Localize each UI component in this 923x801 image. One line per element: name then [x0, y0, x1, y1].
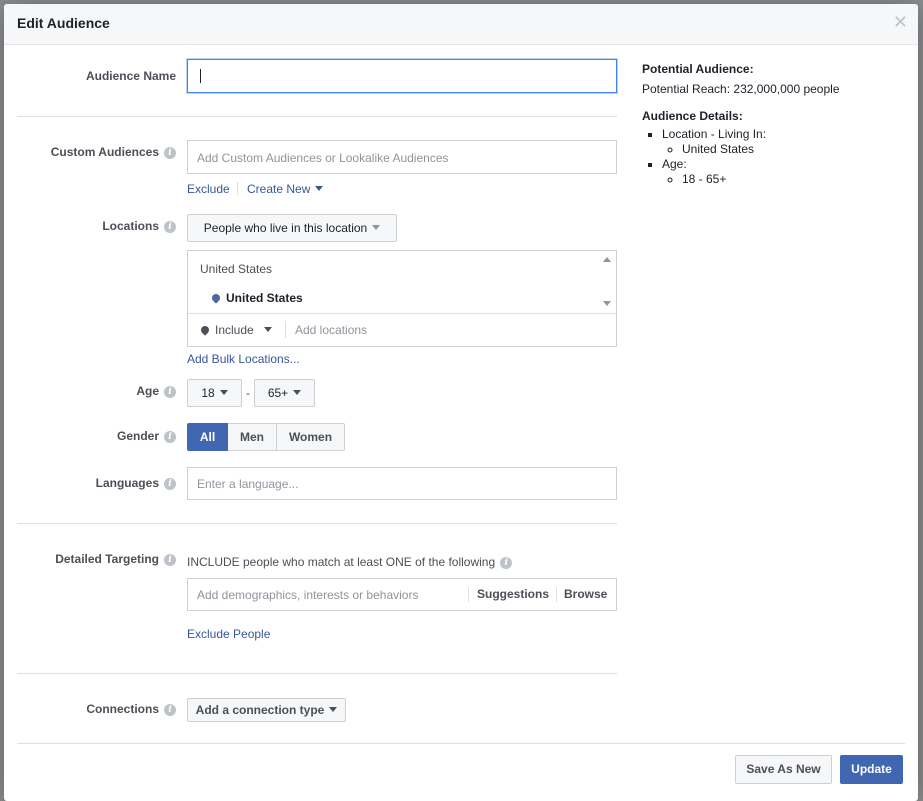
custom-audiences-label: Custom Audiences i	[16, 145, 176, 159]
input-separator	[556, 587, 557, 602]
gender-label-text: Gender	[116, 429, 159, 443]
detailed-targeting-label-text: Detailed Targeting	[55, 552, 159, 566]
connections-label-text: Connections	[86, 702, 159, 716]
create-new-label: Create New	[247, 182, 311, 196]
footer-divider	[17, 743, 905, 744]
selected-location-label: United States	[226, 291, 303, 305]
locations-label: Locations i	[16, 219, 176, 233]
audience-summary-panel: Potential Audience: Potential Reach: 232…	[642, 62, 902, 187]
text-cursor	[200, 69, 201, 83]
include-label: Include	[215, 323, 254, 337]
list-item: Age: 18 - 65+	[662, 157, 902, 187]
chevron-down-icon	[219, 390, 228, 395]
age-min-dropdown[interactable]: 18	[187, 379, 242, 407]
chevron-down-icon	[372, 225, 381, 230]
audience-name-label: Audience Name	[85, 69, 176, 83]
age-label-text: Age	[136, 384, 159, 398]
age-separator: -	[246, 386, 250, 400]
gender-label: Gender i	[16, 429, 176, 443]
add-locations-input[interactable]: Add locations	[295, 323, 367, 337]
audience-name-input[interactable]	[187, 59, 617, 93]
location-mode-label: People who live in this location	[203, 221, 368, 235]
connection-type-dropdown[interactable]: Add a connection type	[187, 698, 346, 722]
scroll-down-arrow[interactable]	[603, 301, 611, 306]
scroll-up-arrow[interactable]	[603, 257, 611, 262]
age-max-dropdown[interactable]: 65+	[254, 379, 315, 407]
section-divider	[17, 523, 617, 524]
locations-box-divider	[188, 313, 616, 314]
save-as-new-button[interactable]: Save As New	[735, 755, 832, 784]
potential-audience-title: Potential Audience:	[642, 62, 754, 76]
languages-input[interactable]: Enter a language...	[187, 467, 617, 500]
audience-details-list: Location - Living In: United States Age:…	[642, 127, 902, 187]
chevron-down-icon	[329, 707, 338, 712]
suggestions-button[interactable]: Suggestions	[477, 587, 549, 601]
info-icon[interactable]: i	[164, 386, 176, 398]
gender-option-men[interactable]: Men	[228, 423, 277, 451]
dialog-title: Edit Audience	[17, 15, 110, 31]
audience-details-title: Audience Details:	[642, 109, 743, 123]
create-new-dropdown[interactable]: Create New	[247, 182, 324, 196]
list-item: Location - Living In: United States	[662, 127, 902, 157]
exclude-link[interactable]: Exclude	[187, 182, 230, 196]
detailed-targeting-description: INCLUDE people who match at least ONE of…	[187, 555, 513, 569]
info-icon[interactable]: i	[164, 478, 176, 490]
languages-label: Languages i	[16, 476, 176, 490]
detailed-targeting-label: Detailed Targeting i	[16, 552, 176, 566]
location-value: United States	[682, 142, 902, 157]
selected-location-item[interactable]: United States	[210, 291, 303, 305]
age-heading: Age:	[662, 157, 687, 171]
potential-reach-text: Potential Reach: 232,000,000 people	[642, 82, 840, 96]
location-group-header: United States	[200, 262, 273, 276]
location-pin-icon	[210, 292, 222, 304]
add-bulk-locations-link[interactable]: Add Bulk Locations...	[187, 352, 300, 366]
locations-label-text: Locations	[102, 219, 159, 233]
custom-audiences-input[interactable]: Add Custom Audiences or Lookalike Audien…	[187, 140, 617, 174]
detailed-targeting-description-text: INCLUDE people who match at least ONE of…	[187, 555, 496, 569]
exclude-people-link[interactable]: Exclude People	[187, 627, 270, 641]
close-icon[interactable]: ✕	[893, 13, 908, 31]
gender-option-all[interactable]: All	[187, 423, 228, 451]
link-separator	[237, 182, 238, 195]
include-separator	[285, 321, 286, 338]
info-icon[interactable]: i	[164, 147, 176, 159]
section-divider	[17, 673, 617, 674]
age-label: Age i	[16, 384, 176, 398]
info-icon[interactable]: i	[164, 704, 176, 716]
age-max-value: 65+	[267, 386, 289, 400]
include-dropdown[interactable]: Include	[199, 323, 272, 337]
languages-label-text: Languages	[95, 476, 159, 490]
location-heading: Location - Living In:	[662, 127, 767, 141]
age-min-value: 18	[201, 386, 215, 400]
browse-button[interactable]: Browse	[564, 587, 607, 601]
detailed-targeting-placeholder: Add demographics, interests or behaviors	[197, 588, 419, 602]
connections-label: Connections i	[16, 702, 176, 716]
gender-selector: All Men Women	[187, 423, 345, 451]
chevron-down-icon	[293, 390, 302, 395]
connection-type-label: Add a connection type	[195, 703, 325, 717]
locations-box: United States United States Include Add …	[187, 250, 617, 347]
custom-audiences-placeholder: Add Custom Audiences or Lookalike Audien…	[197, 151, 449, 165]
custom-audiences-label-text: Custom Audiences	[50, 145, 159, 159]
dialog-header: Edit Audience ✕	[4, 4, 918, 45]
section-divider	[17, 116, 617, 117]
gender-option-women[interactable]: Women	[277, 423, 345, 451]
info-icon[interactable]: i	[500, 557, 513, 569]
info-icon[interactable]: i	[164, 221, 176, 233]
detailed-targeting-input[interactable]: Add demographics, interests or behaviors…	[187, 578, 617, 611]
edit-audience-dialog: Edit Audience ✕ Audience Name Custom Aud…	[4, 4, 918, 801]
age-value: 18 - 65+	[682, 172, 902, 187]
location-mode-dropdown[interactable]: People who live in this location	[187, 214, 397, 242]
update-button[interactable]: Update	[840, 755, 903, 784]
info-icon[interactable]: i	[164, 554, 176, 566]
location-pin-icon	[199, 324, 211, 336]
info-icon[interactable]: i	[164, 431, 176, 443]
input-separator	[468, 587, 469, 602]
chevron-down-icon	[315, 186, 324, 191]
languages-placeholder: Enter a language...	[197, 477, 299, 491]
chevron-down-icon	[263, 327, 272, 332]
